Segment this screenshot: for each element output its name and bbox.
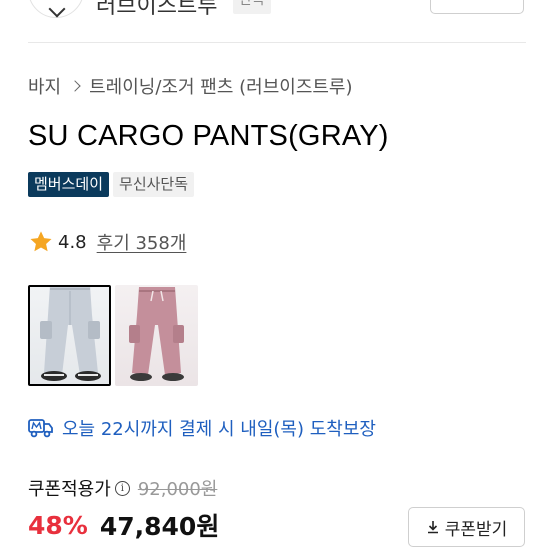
store-menu-button[interactable] [430,0,524,14]
chevron-right-icon [69,80,81,92]
gray-cargo-pants-image [40,287,101,381]
chevron-down-icon [48,0,66,18]
delivery-guarantee[interactable]: 오늘 22시까지 결제 시 내일(목) 도착보장 [28,414,376,442]
review-count-link[interactable]: 후기 358개 [97,229,187,255]
final-price: 47,840원 [99,512,220,541]
pink-cargo-pants-image [129,287,184,381]
coupon-download-button[interactable]: 쿠폰받기 [408,507,525,547]
tag-musinsa-exclusive: 무신사단독 [113,172,195,197]
coupon-button-label: 쿠폰받기 [444,519,508,540]
breadcrumb: 바지 트레이닝/조거 팬츠 (러브이즈트루) [28,74,353,98]
coupon-price-label: 쿠폰적용가 [28,479,111,500]
thumbnail-pink[interactable] [115,285,198,386]
tag-members-day: 멤버스데이 [28,172,110,197]
breadcrumb-item-subcategory[interactable]: 트레이닝/조거 팬츠 (러브이즈트루) [89,73,352,99]
thumbnail-gray[interactable] [28,285,111,386]
price-row: 48% 47,840원 [28,508,219,542]
price-label-row: 쿠폰적용가 i 92,000원 [28,476,217,500]
store-logo[interactable] [28,0,84,18]
info-icon[interactable]: i [114,480,130,496]
rating-score: 4.8 [58,231,87,253]
store-header: 러브이즈트루 단독 [0,0,554,20]
delivery-truck-icon [28,419,53,438]
color-thumbnails [28,285,198,386]
discount-rate: 48% [28,510,88,540]
original-price: 92,000원 [137,479,218,500]
download-icon [427,521,438,534]
breadcrumb-item-category[interactable]: 바지 [28,73,61,99]
star-icon [30,231,52,252]
store-badge: 단독 [233,0,271,14]
delivery-text: 오늘 22시까지 결제 시 내일(목) 도착보장 [62,419,376,440]
rating: 4.8 후기 358개 [28,229,186,255]
divider [28,42,526,43]
product-tags: 멤버스데이 무신사단독 [28,172,195,197]
store-name[interactable]: 러브이즈트루 [96,0,217,20]
product-title: SU CARGO PANTS(GRAY) [28,120,389,152]
